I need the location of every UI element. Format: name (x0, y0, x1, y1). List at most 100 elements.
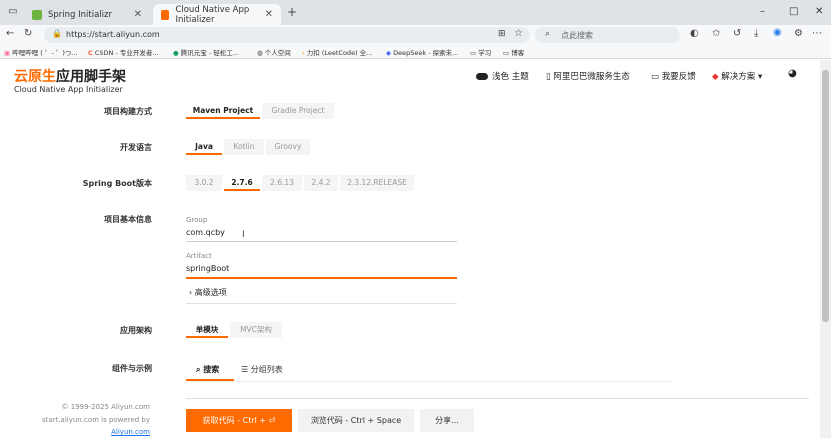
favorite-star-icon[interactable]: ☆ (514, 28, 523, 39)
ecosystem-label: 阿里巴巴微服务生态 (553, 72, 630, 82)
option-gradle[interactable]: Gradle Project (262, 103, 334, 119)
option-mvc[interactable]: MVC架构 (230, 322, 282, 338)
history-icon[interactable]: ↺ (733, 28, 741, 39)
option-boot-242[interactable]: 2.4.2 (304, 175, 338, 191)
advanced-options-toggle[interactable]: › 高级选项 (189, 287, 227, 298)
list-icon: ☰ (241, 365, 249, 374)
get-code-button[interactable]: 获取代码 - Ctrl + ⏎ (186, 409, 292, 432)
bookmarks-bar: ▣ 哔哩哔哩 ( ゜- ゜)つ... C CSDN - 专业开发者... ● 腾… (0, 44, 831, 59)
bookmark-personal[interactable]: ◍ 个人空间 (257, 47, 291, 57)
chevron-down-icon: ▾ (757, 72, 763, 82)
tab-group-list[interactable]: ☰ 分组列表 (241, 364, 283, 375)
tab-search[interactable]: ⌕ 搜索 (186, 360, 234, 381)
artifact-input[interactable]: springBoot (186, 264, 229, 273)
close-tab-icon[interactable]: ✕ (265, 9, 273, 20)
search-icon: ⌕ (196, 365, 201, 374)
advanced-divider (186, 303, 457, 304)
minimize-button[interactable]: – (760, 6, 765, 17)
brand-title-orange: 云原生 (14, 69, 56, 85)
github-icon[interactable]: ◕ (788, 68, 797, 79)
solutions-menu[interactable]: ◆ 解决方案 ▾ (712, 70, 762, 82)
favorites-icon[interactable]: ✩ (712, 28, 720, 39)
close-window-button[interactable]: ✕ (815, 6, 823, 17)
option-java[interactable]: Java (186, 139, 222, 155)
feedback-link[interactable]: ▭ 我要反馈 (651, 70, 696, 82)
advanced-label: 高级选项 (194, 288, 227, 297)
sidebar-toggle-icon[interactable]: ▭ (8, 6, 17, 17)
artifact-label: Artifact (186, 252, 212, 260)
settings-icon[interactable]: ⚙ (794, 28, 803, 39)
meta-label: 项目基本信息 (104, 215, 152, 224)
search-icon: ⌕ (545, 29, 551, 39)
group-underline (186, 241, 457, 242)
back-icon[interactable]: ← (6, 28, 14, 39)
document-icon: ▯ (546, 72, 551, 82)
search-field[interactable]: ⌕ 点此搜索 (535, 27, 680, 43)
ecosystem-link[interactable]: ▯ 阿里巴巴微服务生态 (546, 70, 630, 82)
theme-toggle[interactable]: 浅色 主题 (476, 70, 529, 82)
brand-subtitle: Cloud Native App Initializer (14, 85, 123, 94)
toggle-icon (476, 73, 488, 80)
aliyun-link[interactable]: Aliyun.com (30, 428, 150, 436)
components-label: 组件与示例 (112, 364, 152, 373)
refresh-icon[interactable]: ↻ (24, 28, 32, 39)
brand-title[interactable]: 云原生应用脚手架 (14, 66, 126, 86)
browse-code-button[interactable]: 浏览代码 - Ctrl + Space (298, 409, 414, 432)
build-label: 项目构建方式 (104, 107, 152, 116)
tab-search-label: 搜索 (203, 365, 220, 374)
bookmark-yuanbao[interactable]: ● 腾讯元宝 - 轻松工... (173, 47, 239, 57)
text-cursor-icon: I (242, 230, 245, 240)
feedback-label: 我要反馈 (661, 72, 696, 82)
option-groovy[interactable]: Groovy (266, 139, 310, 155)
bookmark-folder-study[interactable]: ▭ 学习 (470, 47, 491, 57)
theme-label: 浅色 主题 (492, 72, 529, 82)
tab-group-list-label: 分组列表 (250, 365, 283, 374)
group-label: Group (186, 216, 208, 224)
powered-text: start.aliyun.com is powered by (42, 416, 150, 424)
brand-title-rest: 应用脚手架 (56, 69, 126, 85)
chat-icon: ▭ (651, 72, 660, 82)
profile-icon[interactable]: ◉ (773, 27, 782, 38)
boot-label: Spring Boot版本 (82, 179, 152, 188)
tab-cloud-native[interactable]: Cloud Native App Initializer ✕ (153, 4, 281, 25)
share-button[interactable]: 分享... (420, 409, 474, 432)
lock-icon: 🔒 (52, 29, 62, 38)
option-maven[interactable]: Maven Project (186, 103, 260, 119)
url-text: https://start.aliyun.com (66, 30, 160, 39)
group-input[interactable]: com.qcby (186, 228, 225, 237)
option-boot-302[interactable]: 3.0.2 (186, 175, 222, 191)
extension-icon[interactable]: ◐ (690, 28, 699, 39)
tab-spring-initializr[interactable]: Spring Initializr ✕ (24, 4, 150, 25)
bookmark-leetcode[interactable]: ‹ 力扣 (LeetCode) 全... (302, 47, 372, 57)
tab-title: Spring Initializr (48, 9, 112, 20)
bookmark-folder-blog[interactable]: ▭ 博客 (503, 47, 524, 57)
aliyun-favicon-icon (161, 9, 170, 20)
search-placeholder: 点此搜索 (561, 31, 593, 40)
option-boot-2613[interactable]: 2.6.13 (262, 175, 302, 191)
reader-icon[interactable]: ⊞ (498, 29, 506, 39)
bookmark-bilibili[interactable]: ▣ 哔哩哔哩 ( ゜- ゜)つ... (4, 47, 78, 57)
components-divider (186, 381, 673, 382)
language-label: 开发语言 (120, 143, 152, 152)
bookmark-deepseek[interactable]: ◆ DeepSeek - 探索未... (386, 47, 458, 57)
option-boot-276[interactable]: 2.7.6 (224, 175, 260, 191)
option-single-module[interactable]: 单模块 (186, 322, 228, 338)
solutions-label: 解决方案 (721, 72, 756, 82)
new-tab-button[interactable]: + (287, 5, 297, 19)
scrollbar-thumb[interactable] (822, 70, 829, 322)
arch-label: 应用架构 (120, 326, 152, 335)
url-field[interactable]: 🔒 https://start.aliyun.com ⊞ ☆ (44, 27, 530, 43)
download-icon[interactable]: ⤓ (754, 28, 758, 39)
address-bar-row: ← ↻ 🔒 https://start.aliyun.com ⊞ ☆ ⌕ 点此搜… (0, 25, 831, 44)
browser-tab-bar: ▭ Spring Initializr ✕ Cloud Native App I… (0, 0, 831, 25)
option-kotlin[interactable]: Kotlin (224, 139, 264, 155)
close-tab-icon[interactable]: ✕ (134, 9, 142, 20)
maximize-button[interactable]: □ (789, 6, 798, 17)
artifact-underline (186, 277, 457, 279)
footer-divider (186, 398, 809, 399)
more-icon[interactable]: ⋯ (812, 28, 822, 39)
spring-favicon-icon (32, 9, 42, 20)
option-boot-2312[interactable]: 2.3.12.RELEASE (340, 175, 414, 191)
tab-title: Cloud Native App Initializer (175, 4, 250, 25)
bookmark-csdn[interactable]: C CSDN - 专业开发者... (88, 47, 159, 57)
